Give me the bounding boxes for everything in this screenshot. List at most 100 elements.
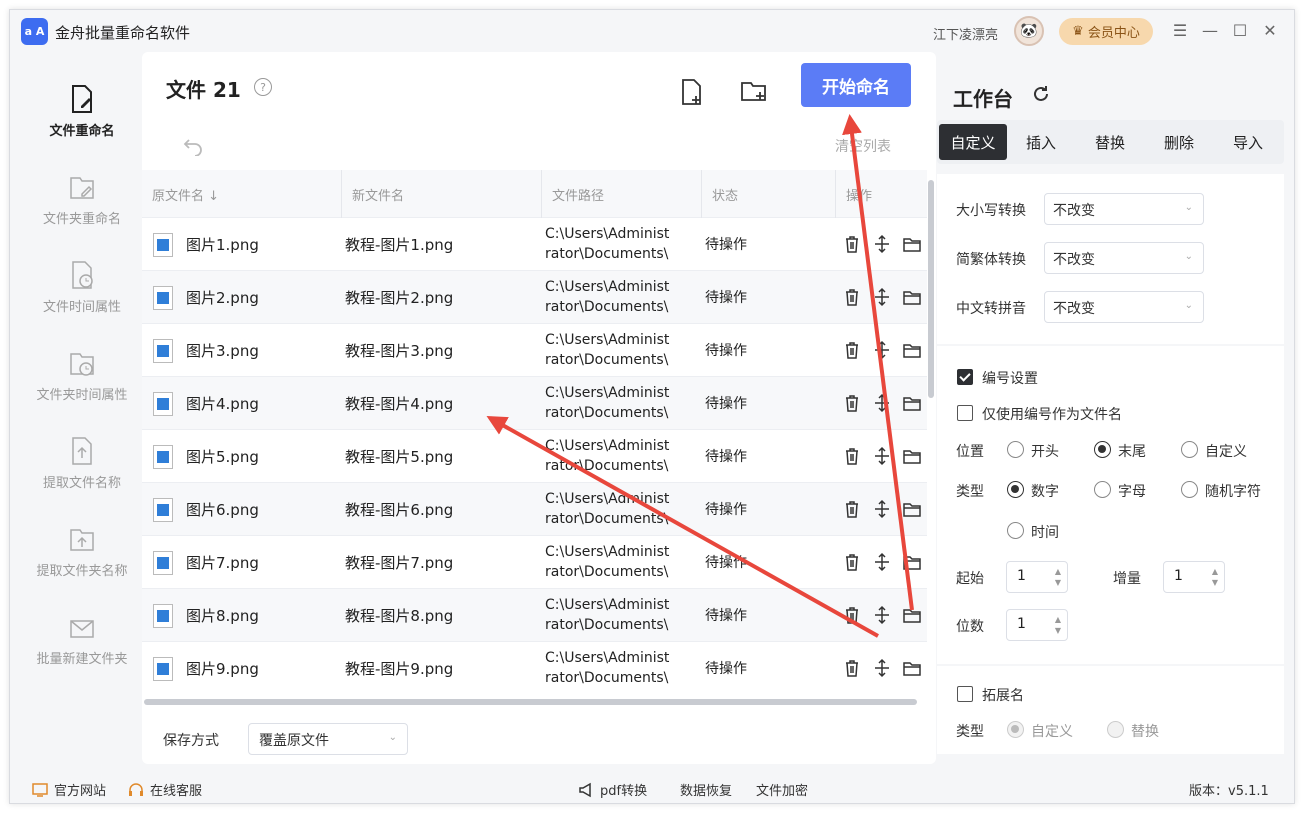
menu-icon[interactable]: ☰	[1170, 20, 1190, 40]
sort-down-icon[interactable]: ↓	[208, 189, 219, 204]
move-icon[interactable]	[872, 340, 892, 360]
open-folder-icon[interactable]	[902, 340, 922, 360]
add-folder-icon[interactable]	[740, 78, 768, 106]
column-divider[interactable]	[541, 170, 542, 218]
position-start-radio[interactable]	[1007, 441, 1024, 458]
trash-icon[interactable]	[842, 234, 862, 254]
horizontal-scrollbar[interactable]	[144, 699, 917, 705]
move-icon[interactable]	[872, 446, 892, 466]
type-random-radio[interactable]	[1181, 481, 1198, 498]
move-icon[interactable]	[872, 605, 892, 625]
trash-icon[interactable]	[842, 393, 862, 413]
user-name[interactable]: 江下凌漂亮	[933, 24, 998, 43]
add-file-icon[interactable]	[678, 78, 706, 106]
sidebar-item-file-rename[interactable]: 文件重命名	[22, 84, 142, 139]
chevron-down-icon[interactable]: ▼	[1212, 578, 1218, 587]
data-recovery-link[interactable]: 数据恢复	[680, 780, 732, 799]
open-folder-icon[interactable]	[902, 499, 922, 519]
minimize-icon[interactable]: —	[1200, 20, 1220, 40]
only-number-checkbox[interactable]	[957, 405, 973, 421]
table-row[interactable]: 图片7.png 教程-图片7.png C:\Users\Administ rato…	[142, 536, 927, 589]
traditional-select[interactable]: 不改变 ⌄	[1044, 242, 1204, 274]
table-row[interactable]: 图片8.png 教程-图片8.png C:\Users\Administ rato…	[142, 589, 927, 642]
official-website-link[interactable]: 官方网站	[32, 780, 106, 799]
extension-replace-radio[interactable]	[1107, 721, 1124, 738]
table-row[interactable]: 图片6.png 教程-图片6.png C:\Users\Administ rato…	[142, 483, 927, 536]
open-folder-icon[interactable]	[902, 393, 922, 413]
pdf-convert-link[interactable]: pdf转换	[578, 780, 647, 799]
refresh-icon[interactable]	[1031, 84, 1051, 104]
position-custom-radio[interactable]	[1181, 441, 1198, 458]
pinyin-select[interactable]: 不改变 ⌄	[1044, 291, 1204, 323]
table-row[interactable]: 图片5.png 教程-图片5.png C:\Users\Administ rato…	[142, 430, 927, 483]
column-header-original-name[interactable]: 原文件名 ↓	[152, 185, 219, 204]
column-divider[interactable]	[701, 170, 702, 218]
table-row[interactable]: 图片9.png 教程-图片9.png C:\Users\Administ rato…	[142, 642, 927, 694]
start-stepper[interactable]: 1 ▲ ▼	[1006, 561, 1068, 593]
column-divider[interactable]	[835, 170, 836, 218]
type-number-radio[interactable]	[1007, 481, 1024, 498]
trash-icon[interactable]	[842, 499, 862, 519]
chevron-up-icon[interactable]: ▲	[1055, 567, 1061, 576]
sidebar-item-folder-rename[interactable]: 文件夹重命名	[22, 172, 142, 227]
open-folder-icon[interactable]	[902, 552, 922, 572]
sidebar-item-folder-time[interactable]: 文件夹时间属性	[22, 348, 142, 403]
tab-import[interactable]: 导入	[1214, 120, 1282, 164]
chevron-up-icon[interactable]: ▲	[1212, 567, 1218, 576]
trash-icon[interactable]	[842, 552, 862, 572]
table-row[interactable]: 图片1.png 教程-图片1.png C:\Users\Administ rato…	[142, 218, 927, 271]
open-folder-icon[interactable]	[902, 234, 922, 254]
move-icon[interactable]	[872, 393, 892, 413]
vip-center-button[interactable]: ♛ 会员中心	[1059, 18, 1153, 45]
open-folder-icon[interactable]	[902, 446, 922, 466]
help-icon[interactable]: ?	[254, 78, 272, 96]
trash-icon[interactable]	[842, 340, 862, 360]
sidebar-item-file-time[interactable]: 文件时间属性	[22, 260, 142, 315]
move-icon[interactable]	[872, 287, 892, 307]
tab-delete[interactable]: 删除	[1145, 120, 1213, 164]
maximize-icon[interactable]: ☐	[1230, 20, 1250, 40]
open-folder-icon[interactable]	[902, 658, 922, 678]
sidebar-item-extract-folder-name[interactable]: 提取文件夹名称	[22, 524, 142, 579]
vertical-scrollbar[interactable]	[928, 180, 934, 398]
open-folder-icon[interactable]	[902, 605, 922, 625]
chevron-down-icon[interactable]: ▼	[1055, 626, 1061, 635]
move-icon[interactable]	[872, 552, 892, 572]
start-rename-button[interactable]: 开始命名	[801, 63, 911, 107]
extension-checkbox[interactable]	[957, 686, 973, 702]
digits-stepper[interactable]: 1 ▲ ▼	[1006, 609, 1068, 641]
move-icon[interactable]	[872, 658, 892, 678]
increment-stepper[interactable]: 1 ▲ ▼	[1163, 561, 1225, 593]
trash-icon[interactable]	[842, 658, 862, 678]
online-support-link[interactable]: 在线客服	[128, 780, 202, 799]
trash-icon[interactable]	[842, 446, 862, 466]
chevron-down-icon[interactable]: ▼	[1055, 578, 1061, 587]
sidebar-item-extract-file-name[interactable]: 提取文件名称	[22, 436, 142, 491]
file-encrypt-link[interactable]: 文件加密	[756, 780, 808, 799]
case-select[interactable]: 不改变 ⌄	[1044, 193, 1204, 225]
move-icon[interactable]	[872, 499, 892, 519]
move-icon[interactable]	[872, 234, 892, 254]
undo-icon[interactable]	[182, 134, 204, 156]
table-row[interactable]: 图片4.png 教程-图片4.png C:\Users\Administ rato…	[142, 377, 927, 430]
avatar[interactable]: 🐼	[1014, 16, 1044, 46]
save-mode-select[interactable]: 覆盖原文件 ⌄	[248, 723, 408, 755]
sidebar-item-batch-new-folder[interactable]: 批量新建文件夹	[22, 612, 142, 667]
extension-custom-radio[interactable]	[1007, 721, 1024, 738]
table-row[interactable]: 图片3.png 教程-图片3.png C:\Users\Administ rato…	[142, 324, 927, 377]
open-folder-icon[interactable]	[902, 287, 922, 307]
position-end-radio[interactable]	[1094, 441, 1111, 458]
clear-list-button[interactable]: 清空列表	[835, 136, 891, 156]
type-time-radio[interactable]	[1007, 522, 1024, 539]
tab-insert[interactable]: 插入	[1007, 120, 1075, 164]
tab-replace[interactable]: 替换	[1076, 120, 1144, 164]
numbering-checkbox[interactable]	[957, 369, 973, 385]
table-row[interactable]: 图片2.png 教程-图片2.png C:\Users\Administ rato…	[142, 271, 927, 324]
close-icon[interactable]: ✕	[1260, 20, 1280, 40]
trash-icon[interactable]	[842, 605, 862, 625]
trash-icon[interactable]	[842, 287, 862, 307]
column-divider[interactable]	[341, 170, 342, 218]
tab-custom[interactable]: 自定义	[939, 124, 1007, 160]
type-letter-radio[interactable]	[1094, 481, 1111, 498]
chevron-up-icon[interactable]: ▲	[1055, 615, 1061, 624]
